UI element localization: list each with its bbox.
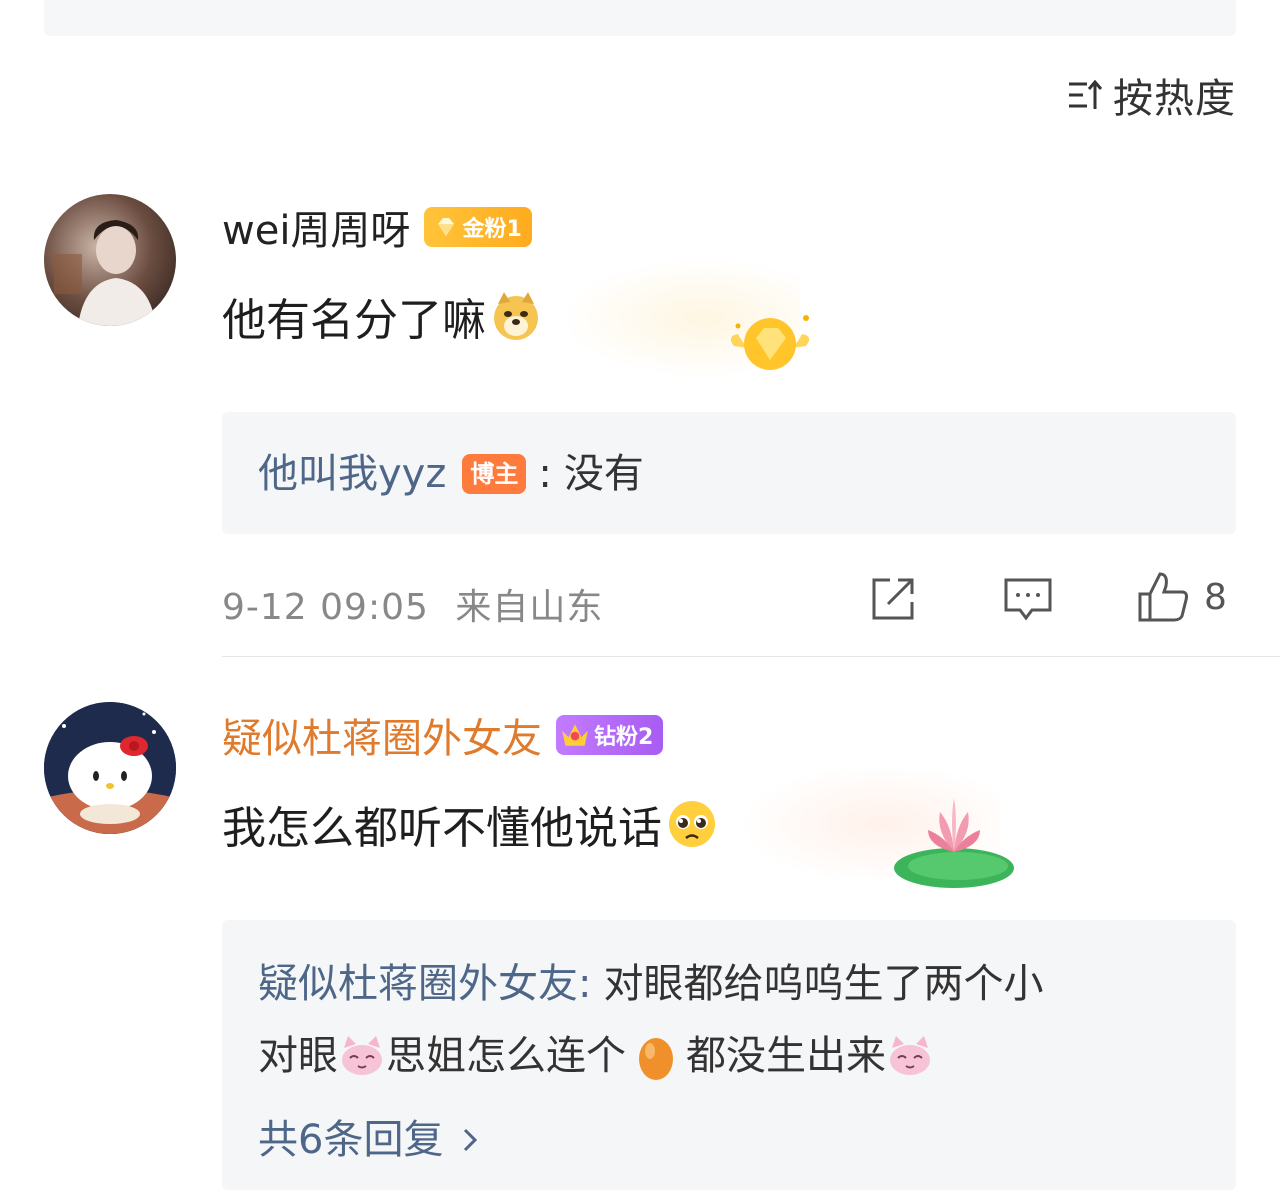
comment-text: 我怎么都听不懂他说话 <box>222 792 718 856</box>
pleading-emoji <box>669 801 715 847</box>
lotus-decoration-icon <box>894 798 1014 888</box>
reply-preview-box[interactable]: 疑似杜蒋圈外女友 : 对眼都给呜呜生了两个小 对眼 思姐怎么连个 都没生出来 共… <box>222 920 1236 1190</box>
cat-emoji <box>342 1036 382 1075</box>
gold-medal-icon <box>730 315 810 370</box>
view-replies-link[interactable]: 共6条回复 <box>258 1104 485 1176</box>
replies-count-label[interactable]: 共6条回复 <box>258 1104 443 1176</box>
share-button[interactable] <box>868 574 918 624</box>
comment-location: 来自山东 <box>455 587 604 628</box>
comment-button[interactable] <box>1002 574 1054 624</box>
reply-separator: : <box>578 961 592 1007</box>
fan-badge[interactable]: 金粉1 <box>424 207 532 247</box>
badge-label: 金粉1 <box>462 217 522 242</box>
egg-emoji <box>639 1038 673 1080</box>
comment-text-content: 他有名分了嘛 <box>222 295 486 346</box>
reply-text-part: 思姐怎么连个 <box>386 1033 626 1079</box>
crown-icon <box>562 724 588 746</box>
reply-username[interactable]: 疑似杜蒋圈外女友 <box>258 948 578 1020</box>
reply-text-part: 对眼 <box>258 1033 338 1079</box>
reply-separator: : <box>538 451 552 497</box>
like-count: 8 <box>1204 576 1227 618</box>
share-icon <box>872 578 914 620</box>
avatar[interactable] <box>44 702 176 834</box>
like-icon <box>1138 572 1188 622</box>
reply-text: 没有 <box>563 451 644 497</box>
comment-username[interactable]: wei周周呀 金粉1 <box>222 198 532 256</box>
fan-badge[interactable]: 钻粉2 <box>556 715 664 755</box>
comment-text: 他有名分了嘛 <box>222 284 542 348</box>
chevron-right-icon <box>464 1128 478 1152</box>
sort-by-hot-button[interactable]: 按热度 <box>1065 70 1236 122</box>
badge-label: 钻粉2 <box>594 725 654 750</box>
like-button[interactable]: 8 <box>1136 570 1227 624</box>
previous-comment-strip <box>44 0 1236 36</box>
comment-time: 9-12 09:05 <box>222 587 429 628</box>
comment-divider <box>222 656 1280 657</box>
author-tag-badge: 博主 <box>462 454 527 494</box>
sort-icon <box>1069 79 1103 109</box>
comment-icon <box>1004 578 1052 621</box>
cat-emoji <box>890 1036 930 1075</box>
doge-emoji <box>494 292 538 340</box>
reply-text-part: 都没生出来 <box>686 1033 886 1079</box>
reply-preview-box[interactable]: 他叫我yyz 博主 : 没有 <box>222 412 1236 534</box>
reply-username[interactable]: 他叫我yyz <box>258 438 446 510</box>
comment-username[interactable]: 疑似杜蒋圈外女友 钻粉2 <box>222 706 664 764</box>
comment-meta: 9-12 09:05 来自山东 <box>222 578 603 630</box>
reply-text-line1: 对眼都给呜呜生了两个小 <box>603 961 1044 1007</box>
avatar[interactable] <box>44 194 176 326</box>
username-text[interactable]: wei周周呀 <box>222 198 410 256</box>
sort-label: 按热度 <box>1113 76 1236 122</box>
username-text[interactable]: 疑似杜蒋圈外女友 <box>222 706 542 764</box>
diamond-gem-icon <box>438 218 455 236</box>
comment-text-content: 我怎么都听不懂他说话 <box>222 803 662 854</box>
